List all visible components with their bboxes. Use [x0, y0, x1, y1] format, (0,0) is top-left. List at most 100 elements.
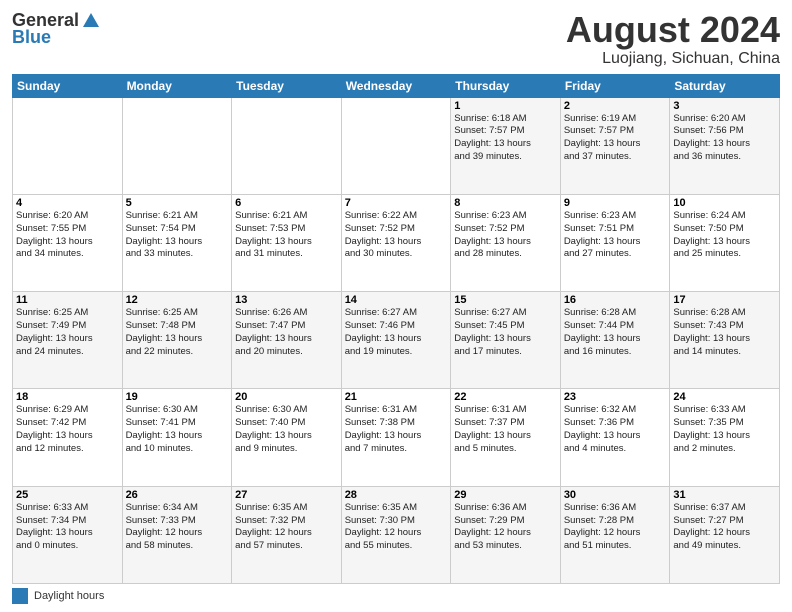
calendar-cell: 12Sunrise: 6:25 AM Sunset: 7:48 PM Dayli…: [122, 292, 232, 389]
calendar-cell: 28Sunrise: 6:35 AM Sunset: 7:30 PM Dayli…: [341, 486, 451, 583]
logo: General Blue: [12, 10, 101, 48]
week-row-4: 18Sunrise: 6:29 AM Sunset: 7:42 PM Dayli…: [13, 389, 780, 486]
day-number: 9: [564, 197, 667, 209]
day-number: 8: [454, 197, 557, 209]
calendar-cell: [13, 97, 123, 194]
calendar-cell: 15Sunrise: 6:27 AM Sunset: 7:45 PM Dayli…: [451, 292, 561, 389]
day-info: Sunrise: 6:34 AM Sunset: 7:33 PM Dayligh…: [126, 502, 229, 553]
day-number: 14: [345, 294, 448, 306]
calendar-cell: 23Sunrise: 6:32 AM Sunset: 7:36 PM Dayli…: [560, 389, 670, 486]
calendar-cell: 8Sunrise: 6:23 AM Sunset: 7:52 PM Daylig…: [451, 194, 561, 291]
calendar-cell: 16Sunrise: 6:28 AM Sunset: 7:44 PM Dayli…: [560, 292, 670, 389]
calendar-cell: 17Sunrise: 6:28 AM Sunset: 7:43 PM Dayli…: [670, 292, 780, 389]
day-info: Sunrise: 6:25 AM Sunset: 7:49 PM Dayligh…: [16, 307, 119, 358]
week-row-1: 1Sunrise: 6:18 AM Sunset: 7:57 PM Daylig…: [13, 97, 780, 194]
calendar-cell: 21Sunrise: 6:31 AM Sunset: 7:38 PM Dayli…: [341, 389, 451, 486]
day-number: 21: [345, 391, 448, 403]
calendar-cell: [341, 97, 451, 194]
calendar-cell: 14Sunrise: 6:27 AM Sunset: 7:46 PM Dayli…: [341, 292, 451, 389]
day-info: Sunrise: 6:28 AM Sunset: 7:43 PM Dayligh…: [673, 307, 776, 358]
day-info: Sunrise: 6:33 AM Sunset: 7:35 PM Dayligh…: [673, 404, 776, 455]
day-info: Sunrise: 6:31 AM Sunset: 7:38 PM Dayligh…: [345, 404, 448, 455]
calendar-table: SundayMondayTuesdayWednesdayThursdayFrid…: [12, 74, 780, 584]
footer-note: Daylight hours: [12, 588, 780, 604]
calendar-cell: 24Sunrise: 6:33 AM Sunset: 7:35 PM Dayli…: [670, 389, 780, 486]
weekday-sunday: Sunday: [13, 74, 123, 97]
calendar-cell: 4Sunrise: 6:20 AM Sunset: 7:55 PM Daylig…: [13, 194, 123, 291]
day-info: Sunrise: 6:37 AM Sunset: 7:27 PM Dayligh…: [673, 502, 776, 553]
day-number: 22: [454, 391, 557, 403]
calendar-cell: 22Sunrise: 6:31 AM Sunset: 7:37 PM Dayli…: [451, 389, 561, 486]
calendar-cell: 27Sunrise: 6:35 AM Sunset: 7:32 PM Dayli…: [232, 486, 342, 583]
calendar-cell: 31Sunrise: 6:37 AM Sunset: 7:27 PM Dayli…: [670, 486, 780, 583]
logo-blue-text: Blue: [12, 27, 51, 48]
day-info: Sunrise: 6:32 AM Sunset: 7:36 PM Dayligh…: [564, 404, 667, 455]
calendar-cell: 7Sunrise: 6:22 AM Sunset: 7:52 PM Daylig…: [341, 194, 451, 291]
calendar-cell: 26Sunrise: 6:34 AM Sunset: 7:33 PM Dayli…: [122, 486, 232, 583]
day-info: Sunrise: 6:27 AM Sunset: 7:46 PM Dayligh…: [345, 307, 448, 358]
day-number: 27: [235, 489, 338, 501]
day-number: 30: [564, 489, 667, 501]
day-number: 28: [345, 489, 448, 501]
calendar-cell: 9Sunrise: 6:23 AM Sunset: 7:51 PM Daylig…: [560, 194, 670, 291]
daylight-label: Daylight hours: [34, 590, 104, 602]
day-number: 1: [454, 100, 557, 112]
day-number: 16: [564, 294, 667, 306]
day-info: Sunrise: 6:21 AM Sunset: 7:53 PM Dayligh…: [235, 210, 338, 261]
calendar-cell: [232, 97, 342, 194]
weekday-friday: Friday: [560, 74, 670, 97]
day-info: Sunrise: 6:19 AM Sunset: 7:57 PM Dayligh…: [564, 113, 667, 164]
calendar-cell: 29Sunrise: 6:36 AM Sunset: 7:29 PM Dayli…: [451, 486, 561, 583]
day-number: 20: [235, 391, 338, 403]
day-number: 19: [126, 391, 229, 403]
day-number: 15: [454, 294, 557, 306]
day-number: 2: [564, 100, 667, 112]
day-info: Sunrise: 6:24 AM Sunset: 7:50 PM Dayligh…: [673, 210, 776, 261]
location-title: Luojiang, Sichuan, China: [566, 50, 780, 68]
day-info: Sunrise: 6:29 AM Sunset: 7:42 PM Dayligh…: [16, 404, 119, 455]
day-info: Sunrise: 6:33 AM Sunset: 7:34 PM Dayligh…: [16, 502, 119, 553]
day-number: 24: [673, 391, 776, 403]
day-number: 11: [16, 294, 119, 306]
day-info: Sunrise: 6:23 AM Sunset: 7:52 PM Dayligh…: [454, 210, 557, 261]
day-info: Sunrise: 6:20 AM Sunset: 7:55 PM Dayligh…: [16, 210, 119, 261]
calendar-cell: 6Sunrise: 6:21 AM Sunset: 7:53 PM Daylig…: [232, 194, 342, 291]
calendar-cell: 20Sunrise: 6:30 AM Sunset: 7:40 PM Dayli…: [232, 389, 342, 486]
day-number: 10: [673, 197, 776, 209]
title-block: August 2024 Luojiang, Sichuan, China: [566, 10, 780, 68]
calendar-cell: 13Sunrise: 6:26 AM Sunset: 7:47 PM Dayli…: [232, 292, 342, 389]
day-number: 4: [16, 197, 119, 209]
calendar-cell: 11Sunrise: 6:25 AM Sunset: 7:49 PM Dayli…: [13, 292, 123, 389]
day-info: Sunrise: 6:28 AM Sunset: 7:44 PM Dayligh…: [564, 307, 667, 358]
day-info: Sunrise: 6:35 AM Sunset: 7:32 PM Dayligh…: [235, 502, 338, 553]
day-info: Sunrise: 6:36 AM Sunset: 7:28 PM Dayligh…: [564, 502, 667, 553]
day-info: Sunrise: 6:23 AM Sunset: 7:51 PM Dayligh…: [564, 210, 667, 261]
day-info: Sunrise: 6:21 AM Sunset: 7:54 PM Dayligh…: [126, 210, 229, 261]
calendar-cell: 30Sunrise: 6:36 AM Sunset: 7:28 PM Dayli…: [560, 486, 670, 583]
day-info: Sunrise: 6:35 AM Sunset: 7:30 PM Dayligh…: [345, 502, 448, 553]
day-number: 12: [126, 294, 229, 306]
calendar-cell: 10Sunrise: 6:24 AM Sunset: 7:50 PM Dayli…: [670, 194, 780, 291]
calendar-cell: 1Sunrise: 6:18 AM Sunset: 7:57 PM Daylig…: [451, 97, 561, 194]
week-row-2: 4Sunrise: 6:20 AM Sunset: 7:55 PM Daylig…: [13, 194, 780, 291]
logo-icon: [81, 11, 101, 31]
calendar-cell: 18Sunrise: 6:29 AM Sunset: 7:42 PM Dayli…: [13, 389, 123, 486]
day-info: Sunrise: 6:26 AM Sunset: 7:47 PM Dayligh…: [235, 307, 338, 358]
weekday-header-row: SundayMondayTuesdayWednesdayThursdayFrid…: [13, 74, 780, 97]
month-title: August 2024: [566, 10, 780, 50]
day-info: Sunrise: 6:31 AM Sunset: 7:37 PM Dayligh…: [454, 404, 557, 455]
week-row-5: 25Sunrise: 6:33 AM Sunset: 7:34 PM Dayli…: [13, 486, 780, 583]
weekday-thursday: Thursday: [451, 74, 561, 97]
day-number: 23: [564, 391, 667, 403]
weekday-monday: Monday: [122, 74, 232, 97]
week-row-3: 11Sunrise: 6:25 AM Sunset: 7:49 PM Dayli…: [13, 292, 780, 389]
day-number: 25: [16, 489, 119, 501]
day-number: 5: [126, 197, 229, 209]
day-info: Sunrise: 6:30 AM Sunset: 7:41 PM Dayligh…: [126, 404, 229, 455]
calendar-cell: 19Sunrise: 6:30 AM Sunset: 7:41 PM Dayli…: [122, 389, 232, 486]
day-info: Sunrise: 6:25 AM Sunset: 7:48 PM Dayligh…: [126, 307, 229, 358]
day-number: 17: [673, 294, 776, 306]
weekday-saturday: Saturday: [670, 74, 780, 97]
page-header: General Blue August 2024 Luojiang, Sichu…: [12, 10, 780, 68]
calendar-cell: [122, 97, 232, 194]
